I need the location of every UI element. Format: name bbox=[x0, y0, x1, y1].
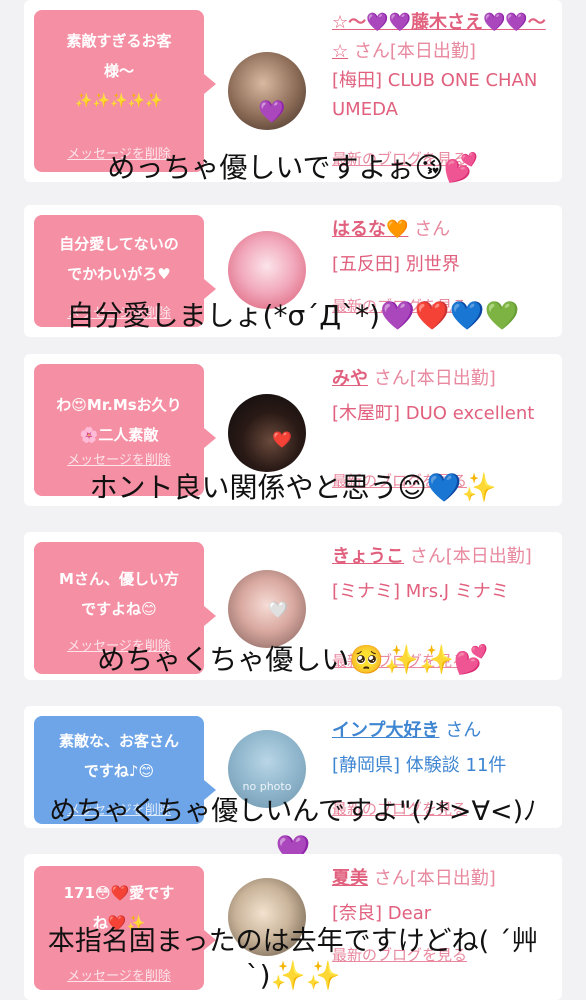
overlay-caption-3: ホント良い関係やと思う😊💙✨ bbox=[89, 471, 497, 504]
reviewer-name-link[interactable]: インプ大好き bbox=[332, 720, 439, 741]
cast-name-link[interactable]: 夏美 bbox=[332, 868, 368, 889]
heart-sticker-icon: 🤍 bbox=[268, 600, 288, 619]
message-bubble: 素敵すぎるお客様〜 ✨✨✨✨✨ メッセージを削除 bbox=[34, 10, 216, 172]
cast-info: はるな🧡 さん [五反田] 別世界 bbox=[332, 215, 556, 279]
message-text: わ😍Mr.Msお久り🌸二人素敵 bbox=[56, 396, 182, 444]
cast-suffix: さん[本日出勤] bbox=[409, 546, 532, 567]
cast-name-link[interactable]: みや bbox=[332, 368, 368, 389]
reviewer-area[interactable]: [静岡県] 体験談 11件 bbox=[332, 751, 556, 780]
cast-info: インプ大好き さん [静岡県] 体験談 11件 bbox=[332, 716, 556, 780]
overlay-caption-6: 本指名固まったのは去年ですけどね( ´艸 bbox=[47, 926, 539, 957]
avatar[interactable]: ❤️ bbox=[228, 394, 306, 472]
heart-sticker-icon: 💜 bbox=[258, 100, 286, 125]
cast-info: ☆〜💜💜藤木さえ💜💜〜☆ さん[本日出勤] [梅田] CLUB ONE CHAN… bbox=[332, 8, 556, 124]
cast-suffix: さん[本日出勤] bbox=[373, 868, 496, 889]
cast-suffix: さん[本日出勤] bbox=[353, 41, 476, 62]
shop-area[interactable]: [五反田] 別世界 bbox=[332, 250, 556, 279]
avatar-placeholder-text: no photo bbox=[242, 780, 292, 793]
overlay-caption-4: めちゃくちゃ優しい🥺✨✨💕 bbox=[97, 643, 489, 676]
avatar[interactable]: 🤍 bbox=[228, 570, 306, 648]
message-text: 素敵な、お客さんですね♪😊 bbox=[58, 732, 179, 780]
cast-suffix: さん[本日出勤] bbox=[373, 368, 496, 389]
delete-message-link[interactable]: メッセージを削除 bbox=[34, 449, 204, 468]
message-text: 素敵すぎるお客様〜 bbox=[66, 32, 172, 80]
cast-suffix: さん bbox=[414, 219, 451, 240]
cast-name-link[interactable]: きょうこ bbox=[332, 546, 404, 567]
overlay-caption-2: 自分愛しましょ(*σ´Д`*)💜❤️💙💚 bbox=[66, 299, 520, 332]
heart-sticker-icon: ❤️ bbox=[272, 430, 292, 449]
overlay-caption-6-line2: `)✨✨ bbox=[245, 959, 341, 992]
cast-info: みや さん[本日出勤] [木屋町] DUO excellent bbox=[332, 364, 556, 428]
message-sparkles: ✨✨✨✨✨ bbox=[75, 93, 163, 109]
overlay-caption-5: めちゃくちゃ優しいんですよ"(ﾉ*>∀<)ﾉ bbox=[49, 796, 537, 827]
shop-area[interactable]: [梅田] CLUB ONE CHAN UMEDA bbox=[332, 66, 556, 124]
cast-info: きょうこ さん[本日出勤] [ミナミ] Mrs.J ミナミ bbox=[332, 542, 556, 606]
overlay-caption-1: めっちゃ優しいですよぉ😘💕 bbox=[107, 151, 479, 184]
cast-name-link[interactable]: はるな🧡 bbox=[332, 219, 408, 240]
reviewer-suffix: さん bbox=[445, 720, 482, 741]
shop-area[interactable]: [木屋町] DUO excellent bbox=[332, 399, 556, 428]
cast-info: 夏美 さん[本日出勤] [奈良] Dear bbox=[332, 864, 556, 928]
message-text: Mさん、優しい方ですよね😊 bbox=[59, 570, 179, 618]
shop-area[interactable]: [ミナミ] Mrs.J ミナミ bbox=[332, 577, 556, 606]
avatar[interactable]: 💜 bbox=[228, 52, 306, 130]
message-text: 自分愛してないのでかわいがろ♥ bbox=[59, 235, 179, 283]
